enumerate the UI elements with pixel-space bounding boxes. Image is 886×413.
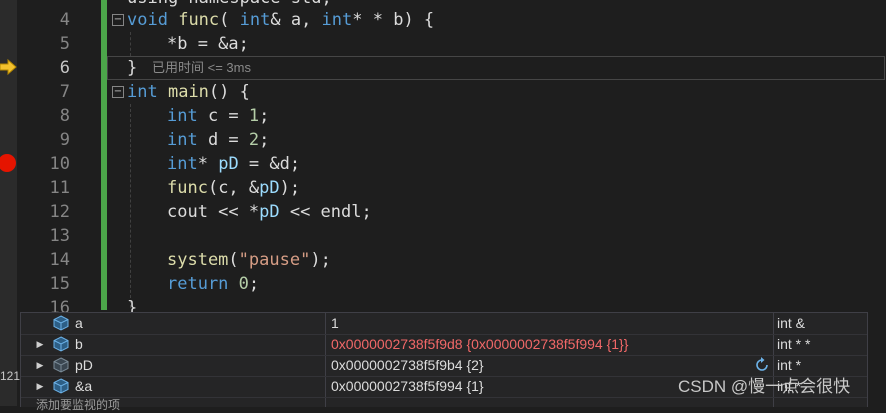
current-statement-arrow-icon — [0, 58, 17, 76]
line-number: 5 — [59, 34, 70, 54]
code-text: d = — [197, 130, 249, 150]
keyword: int — [321, 10, 353, 30]
code-line-12[interactable]: cout << *pD << endl; — [167, 200, 372, 224]
collapse-main-toggle[interactable]: − — [112, 86, 124, 98]
line-number: 14 — [49, 250, 70, 270]
watch-row-a[interactable]: a 1 int & — [21, 313, 867, 334]
string-literal: "pause" — [238, 250, 311, 270]
number-literal: 1 — [248, 106, 260, 126]
variable-cube-icon — [53, 315, 69, 331]
watch-value[interactable]: 0x0000002738f5f9b4 {2} — [331, 355, 484, 376]
line-number: 7 — [59, 82, 70, 102]
code-line-6[interactable]: } — [127, 56, 137, 80]
indent-guide — [130, 32, 131, 56]
line-number: 8 — [59, 106, 70, 126]
function-name: main — [167, 82, 209, 102]
keyword: int — [239, 10, 271, 30]
function-name: system — [167, 250, 229, 270]
side-number: 121 — [0, 369, 21, 383]
indent-guide — [130, 104, 131, 308]
watch-type: int * * — [777, 336, 811, 352]
watch-type: int & — [777, 315, 806, 331]
code-text: (c, & — [207, 178, 260, 198]
watch-value[interactable]: 0x0000002738f5f994 {1} — [331, 376, 484, 397]
watermark: CSDN @慢一点会很快 — [678, 377, 851, 396]
line-number: 4 — [59, 10, 70, 30]
variable-name: pD — [259, 202, 280, 222]
code-line-5[interactable]: *b = &a; — [167, 32, 249, 56]
variable-cube-icon — [53, 336, 69, 352]
variable-cube-icon — [53, 378, 69, 394]
line-number: 11 — [49, 178, 70, 198]
code-text: * — [197, 154, 219, 174]
code-text: ( — [228, 250, 239, 270]
code-line-11[interactable]: func(c, &pD); — [167, 176, 300, 200]
code-text: ); — [279, 178, 301, 198]
code-text: cout << * — [167, 202, 260, 222]
punctuation: ( — [219, 10, 240, 30]
number-literal: 0 — [238, 274, 249, 294]
keyword: int — [127, 82, 158, 102]
change-tracking-bar — [101, 0, 107, 310]
code-text: ; — [248, 274, 260, 294]
keyword: void — [127, 10, 168, 30]
watch-name[interactable]: a — [75, 313, 83, 334]
code-text: () { — [208, 82, 250, 102]
watch-value[interactable]: 1 — [331, 313, 339, 334]
variable-name: pD — [259, 178, 280, 198]
add-watch-placeholder[interactable]: 添加要监视的项 — [36, 396, 120, 413]
watch-name[interactable]: pD — [75, 355, 93, 376]
code-line-7[interactable]: int main() { — [127, 80, 250, 104]
line-number: 13 — [49, 226, 70, 246]
variable-name: pD — [218, 154, 239, 174]
code-line-14[interactable]: system("pause"); — [167, 248, 331, 272]
watch-name[interactable]: b — [75, 334, 83, 355]
code-line-8[interactable]: int c = 1; — [167, 104, 269, 128]
keyword: int — [167, 106, 198, 126]
code-text: ); — [310, 250, 331, 270]
code-text: * * b) { — [352, 10, 435, 30]
code-line-3-partial: using namespace std; — [127, 0, 332, 8]
line-number: 9 — [59, 130, 70, 150]
expand-triangle-icon[interactable]: ▶ — [35, 334, 45, 355]
keyword: return — [167, 274, 229, 294]
number-literal: 2 — [248, 130, 260, 150]
line-number-current: 6 — [59, 58, 70, 78]
line-number: 10 — [49, 154, 70, 174]
code-text: ; — [259, 130, 270, 150]
code-text: c = — [197, 106, 249, 126]
keyword: int — [167, 154, 198, 174]
code-text: = &d; — [238, 154, 301, 174]
watch-row-b[interactable]: ▶ b 0x0000002738f5f9d8 {0x0000002738f5f9… — [21, 334, 867, 355]
code-text: ; — [259, 106, 270, 126]
code-line-10[interactable]: int* pD = &d; — [167, 152, 300, 176]
watch-value-changed[interactable]: 0x0000002738f5f9d8 {0x0000002738f5f994 {… — [331, 334, 628, 355]
line-number: 15 — [49, 274, 70, 294]
function-name: func — [178, 10, 220, 30]
line-number: 12 — [49, 202, 70, 222]
watch-name[interactable]: &a — [75, 376, 92, 397]
expand-triangle-icon[interactable]: ▶ — [35, 355, 45, 376]
function-name: func — [167, 178, 208, 198]
collapse-func-toggle[interactable]: − — [112, 14, 124, 26]
row-divider — [21, 397, 867, 398]
code-text: << endl; — [279, 202, 372, 222]
code-line-4[interactable]: void func( int& a, int* * b) { — [127, 8, 434, 32]
code-line-15[interactable]: return 0; — [167, 272, 259, 296]
variable-cube-icon-disabled — [53, 357, 69, 373]
perftip-elapsed-time[interactable]: 已用时间 <= 3ms — [152, 58, 251, 78]
expand-triangle-icon[interactable]: ▶ — [35, 376, 45, 397]
keyword: int — [167, 130, 198, 150]
code-line-9[interactable]: int d = 2; — [167, 128, 269, 152]
code-text: & a, — [270, 10, 322, 30]
